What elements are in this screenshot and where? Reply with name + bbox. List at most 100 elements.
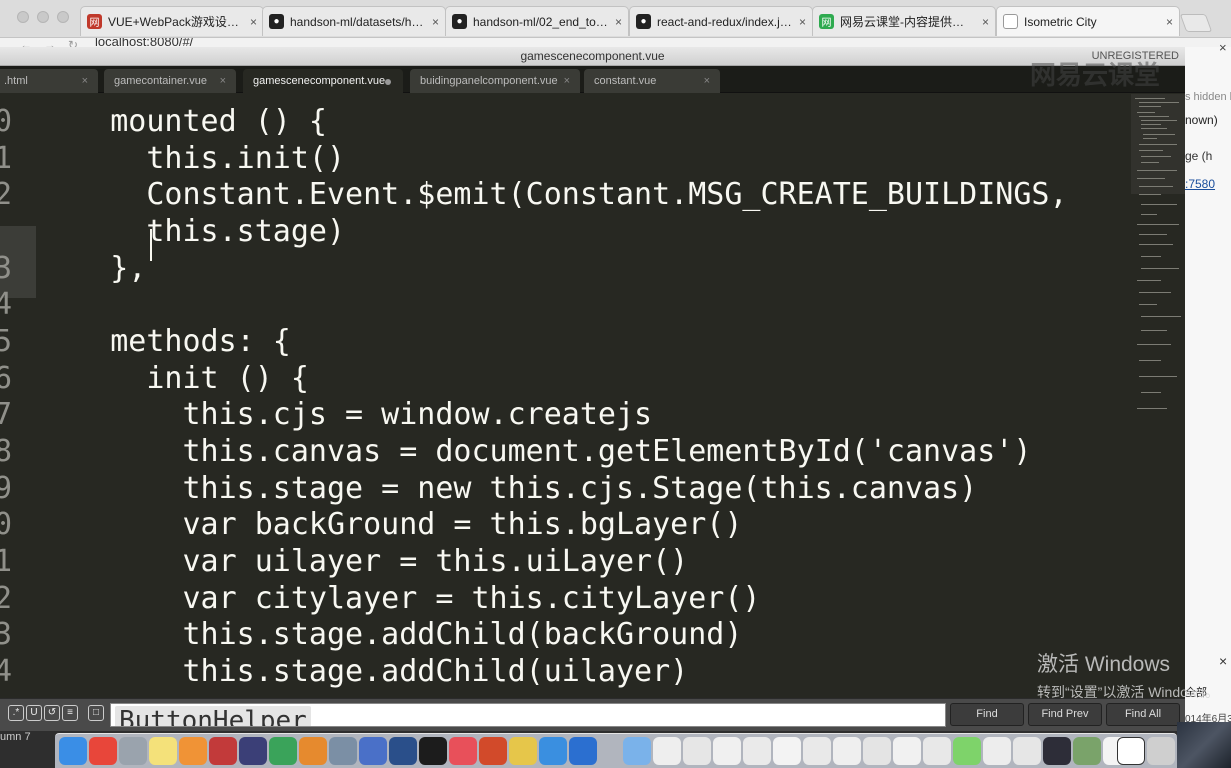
editor-tab-constant[interactable]: constant.vue × bbox=[584, 69, 720, 93]
browser-tab-5[interactable]: 网 网易云课堂-内容提供方管理 × bbox=[812, 6, 996, 36]
document-thumbnail-icon[interactable] bbox=[683, 737, 711, 765]
wrap-toggle-icon[interactable]: ≡ bbox=[62, 705, 78, 721]
document-thumbnail-icon[interactable] bbox=[653, 737, 681, 765]
minimize-window-button[interactable] bbox=[37, 11, 49, 23]
minimap[interactable] bbox=[1131, 94, 1185, 424]
line-number: 2 bbox=[0, 581, 13, 616]
browser-tab-4[interactable]: ● react-and-redux/index.js at × bbox=[629, 6, 813, 36]
background-link[interactable]: :7580 bbox=[1185, 177, 1215, 191]
app-icon[interactable] bbox=[209, 737, 237, 765]
itunes-icon[interactable] bbox=[449, 737, 477, 765]
line-number: 3 bbox=[0, 251, 13, 286]
regex-toggle-icon[interactable]: .* bbox=[8, 705, 24, 721]
tab-title: react-and-redux/index.js at bbox=[657, 14, 793, 29]
office-icon[interactable] bbox=[479, 737, 507, 765]
background-text: s hidden b bbox=[1185, 91, 1231, 103]
editor-tab-gamescenecomponent[interactable]: gamescenecomponent.vue bbox=[243, 69, 403, 93]
browser-tab-strip: 网 VUE+WebPack游戏设计：欲 × ● handson-ml/datas… bbox=[0, 0, 1231, 38]
find-input[interactable]: ButtonHelper bbox=[110, 703, 946, 727]
browser-tab-2[interactable]: ● handson-ml/datasets/housin × bbox=[262, 6, 446, 36]
sublime-icon[interactable] bbox=[179, 737, 207, 765]
close-icon[interactable]: × bbox=[1219, 40, 1227, 55]
find-button[interactable]: Find bbox=[950, 703, 1024, 726]
background-text: nown) bbox=[1185, 113, 1218, 127]
close-tab-icon[interactable]: × bbox=[982, 15, 989, 29]
code-line: this.canvas = document.getElementById('c… bbox=[38, 434, 1032, 469]
document-thumbnail-icon[interactable] bbox=[1043, 737, 1071, 765]
line-number: 2 bbox=[0, 177, 13, 212]
code-line: this.cjs = window.createjs bbox=[38, 397, 653, 432]
document-thumbnail-icon[interactable] bbox=[893, 737, 921, 765]
app-icon[interactable] bbox=[359, 737, 387, 765]
finder-icon[interactable] bbox=[59, 737, 87, 765]
site-favicon-icon: 网 bbox=[87, 14, 102, 29]
launchpad-icon[interactable] bbox=[119, 737, 147, 765]
document-thumbnail-icon[interactable] bbox=[863, 737, 891, 765]
document-thumbnail-icon[interactable] bbox=[743, 737, 771, 765]
virtualbox-icon[interactable] bbox=[389, 737, 417, 765]
find-all-button[interactable]: Find All bbox=[1106, 703, 1180, 726]
editor-title: gamescenecomponent.vue bbox=[520, 49, 665, 63]
activate-windows-overlay: 激活 Windows 转到“设置”以激活 Windows。 bbox=[1037, 648, 1219, 702]
highlight-matches-toggle-icon[interactable]: □ bbox=[88, 705, 104, 721]
find-prev-button[interactable]: Find Prev bbox=[1028, 703, 1102, 726]
ibooks-icon[interactable] bbox=[299, 737, 327, 765]
editor-tab-html[interactable]: .html × bbox=[0, 69, 98, 93]
document-thumbnail-icon[interactable] bbox=[1117, 737, 1145, 765]
close-tab-icon[interactable]: × bbox=[704, 69, 710, 93]
app-icon[interactable] bbox=[569, 737, 597, 765]
close-tab-icon[interactable]: × bbox=[615, 15, 622, 29]
modified-dot-icon[interactable] bbox=[385, 79, 391, 85]
close-window-button[interactable] bbox=[17, 11, 29, 23]
close-tab-icon[interactable]: × bbox=[250, 15, 257, 29]
close-tab-icon[interactable]: × bbox=[564, 69, 570, 93]
browser-tab-6-active[interactable]: Isometric City × bbox=[996, 6, 1180, 36]
whole-word-toggle-icon[interactable]: ↺ bbox=[44, 705, 60, 721]
close-tab-icon[interactable]: × bbox=[799, 15, 806, 29]
close-icon[interactable]: × bbox=[1219, 653, 1227, 669]
case-sensitive-toggle-icon[interactable]: U bbox=[26, 705, 42, 721]
browser-tab-3[interactable]: ● handson-ml/02_end_to_end × bbox=[445, 6, 629, 36]
document-thumbnail-icon[interactable] bbox=[923, 737, 951, 765]
close-tab-icon[interactable]: × bbox=[220, 69, 226, 93]
github-icon: ● bbox=[269, 14, 284, 29]
tab-title: handson-ml/02_end_to_end bbox=[473, 14, 609, 29]
app-icon[interactable] bbox=[239, 737, 267, 765]
code-line: this.init() bbox=[38, 141, 346, 176]
browser-tab-1[interactable]: 网 VUE+WebPack游戏设计：欲 × bbox=[80, 6, 264, 36]
line-number: 7 bbox=[0, 397, 13, 432]
folder-icon[interactable] bbox=[623, 737, 651, 765]
chrome-icon[interactable] bbox=[89, 737, 117, 765]
document-thumbnail-icon[interactable] bbox=[833, 737, 861, 765]
app-icon[interactable] bbox=[329, 737, 357, 765]
code-line: var uilayer = this.uiLayer() bbox=[38, 544, 689, 579]
document-thumbnail-icon[interactable] bbox=[713, 737, 741, 765]
trash-icon[interactable] bbox=[1147, 737, 1175, 765]
document-thumbnail-icon[interactable] bbox=[773, 737, 801, 765]
text-cursor bbox=[150, 229, 152, 261]
document-thumbnail-icon[interactable] bbox=[953, 737, 981, 765]
document-thumbnail-icon[interactable] bbox=[1013, 737, 1041, 765]
document-thumbnail-icon[interactable] bbox=[983, 737, 1011, 765]
new-tab-button[interactable] bbox=[1179, 14, 1213, 32]
app-icon[interactable] bbox=[269, 737, 297, 765]
app-icon[interactable] bbox=[509, 737, 537, 765]
close-tab-icon[interactable]: × bbox=[1166, 15, 1173, 29]
dock bbox=[55, 733, 1177, 768]
code-line: mounted () { bbox=[38, 104, 327, 139]
code-editor[interactable]: 0 1 2 3 4 5 6 7 8 9 0 1 2 3 4 mounted ()… bbox=[0, 94, 1135, 698]
close-tab-icon[interactable]: × bbox=[432, 15, 439, 29]
close-tab-icon[interactable]: × bbox=[82, 69, 88, 93]
editor-tab-gamecontainer[interactable]: gamecontainer.vue × bbox=[104, 69, 236, 93]
notes-icon[interactable] bbox=[149, 737, 177, 765]
safari-icon[interactable] bbox=[539, 737, 567, 765]
line-number: 9 bbox=[0, 471, 13, 506]
code-line: var citylayer = this.cityLayer() bbox=[38, 581, 761, 616]
document-thumbnail-icon[interactable] bbox=[1073, 737, 1101, 765]
editor-tab-label: gamecontainer.vue bbox=[114, 75, 207, 87]
editor-titlebar: gamescenecomponent.vue UNREGISTERED bbox=[0, 47, 1185, 66]
document-thumbnail-icon[interactable] bbox=[803, 737, 831, 765]
zoom-window-button[interactable] bbox=[57, 11, 69, 23]
editor-tab-buidingpanel[interactable]: buidingpanelcomponent.vue × bbox=[410, 69, 580, 93]
terminal-icon[interactable] bbox=[419, 737, 447, 765]
